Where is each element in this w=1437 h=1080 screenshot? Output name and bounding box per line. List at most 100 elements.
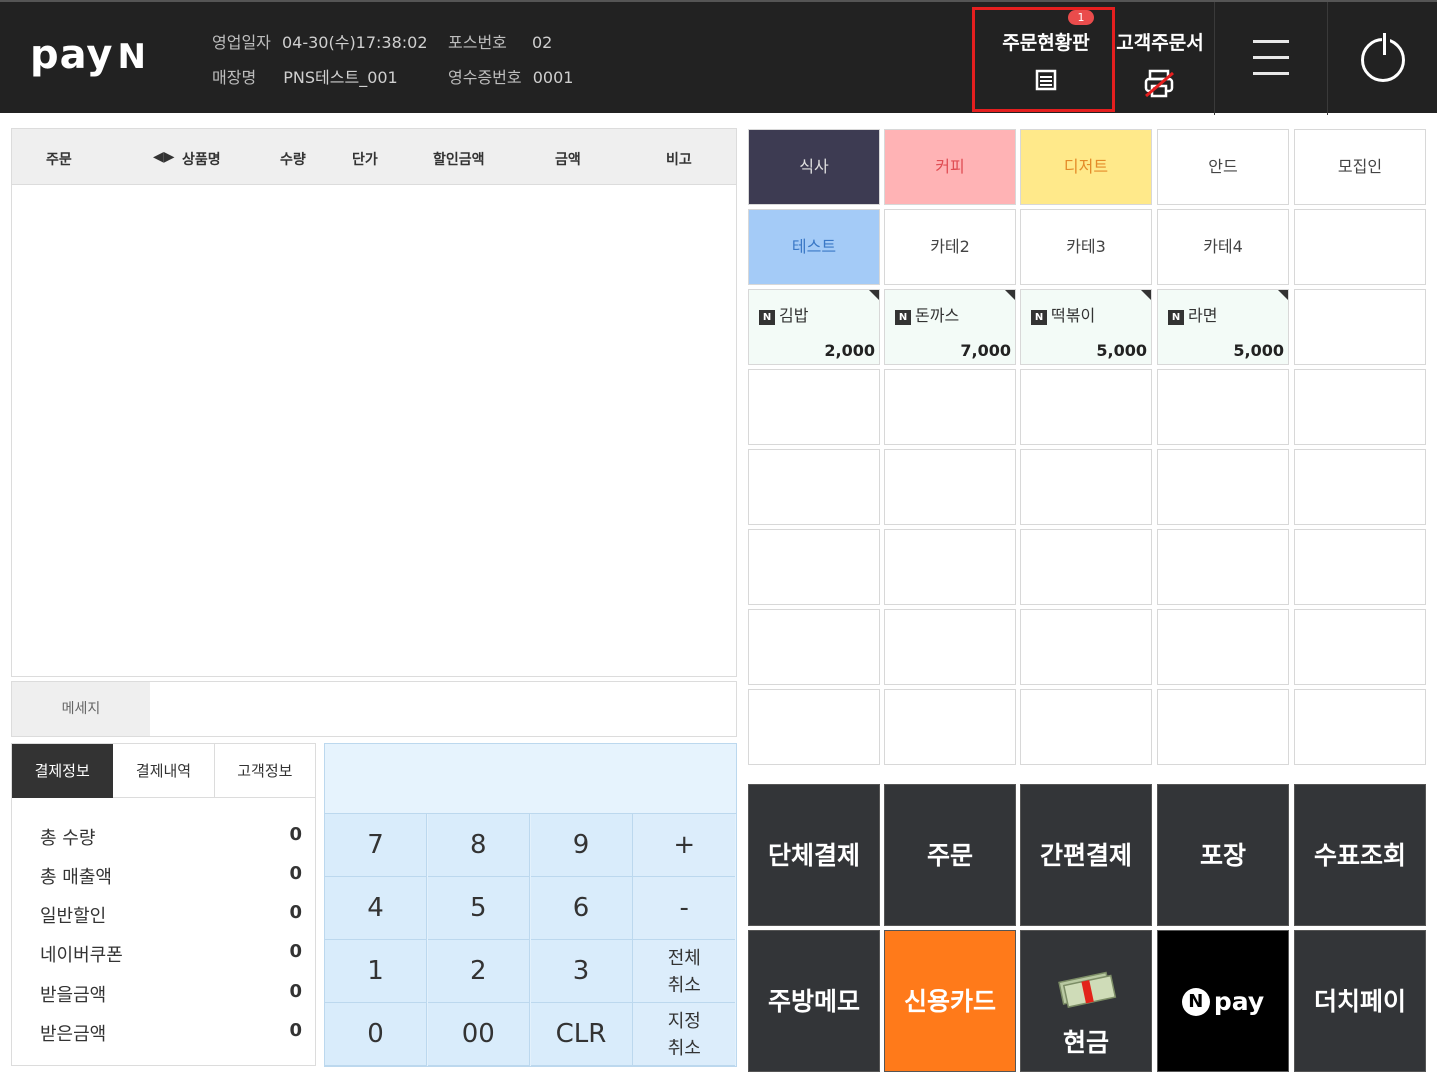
empty-product-slot[interactable] <box>1157 369 1289 445</box>
empty-product-slot[interactable] <box>748 369 880 445</box>
empty-product-slot[interactable] <box>748 529 880 605</box>
action-button[interactable]: 포장 <box>1157 784 1289 926</box>
product-button[interactable]: N 돈까스 7,000 <box>884 289 1016 365</box>
keypad-key[interactable]: 3 <box>530 940 633 1003</box>
tab-payment-info[interactable]: 결제정보 <box>12 744 114 798</box>
store-info: 매장명 PNS테스트_001 <box>212 64 398 88</box>
empty-product-slot[interactable] <box>1294 689 1426 765</box>
receipt-no-label: 영수증번호 <box>448 68 522 87</box>
message-label: 메세지 <box>12 682 150 736</box>
category-button[interactable]: 테스트 <box>748 209 880 285</box>
payment-tabs: 결제정보 결제내역 고객정보 <box>12 744 315 798</box>
empty-product-slot[interactable] <box>748 689 880 765</box>
corner-mark <box>1278 290 1288 300</box>
hamburger-menu-icon[interactable] <box>1253 40 1289 88</box>
customer-order-button[interactable]: 고객주문서 <box>1108 2 1212 115</box>
cash-button[interactable]: 현금 <box>1020 930 1152 1072</box>
keypad-key[interactable]: 00 <box>427 1003 530 1066</box>
keypad-key[interactable]: + <box>633 814 736 877</box>
category-button[interactable]: 카테2 <box>884 209 1016 285</box>
empty-product-slot[interactable] <box>1294 449 1426 525</box>
summary-label: 총 수량 <box>40 828 96 849</box>
empty-product-slot[interactable] <box>884 369 1016 445</box>
empty-product-slot[interactable] <box>1294 289 1426 365</box>
keypad-key[interactable]: 9 <box>530 814 633 877</box>
pos-no-info: 포스번호 02 <box>448 29 552 53</box>
action-button[interactable]: 더치페이 <box>1294 930 1426 1072</box>
product-name: N 라면 <box>1168 302 1217 326</box>
empty-product-slot[interactable] <box>1020 609 1152 685</box>
business-date-label: 영업일자 <box>212 33 271 52</box>
action-button[interactable]: 신용카드 <box>884 930 1016 1072</box>
empty-product-slot[interactable] <box>748 609 880 685</box>
npay-n-icon: N <box>1181 988 1210 1016</box>
empty-product-slot[interactable] <box>884 449 1016 525</box>
category-button[interactable] <box>1294 209 1426 285</box>
summary-value: 0 <box>289 902 302 923</box>
action-button[interactable]: 수표조회 <box>1294 784 1426 926</box>
empty-product-slot[interactable] <box>1294 609 1426 685</box>
empty-product-slot[interactable] <box>1020 689 1152 765</box>
keypad-key[interactable]: 8 <box>427 814 530 877</box>
summary-label: 일반할인 <box>40 906 107 927</box>
category-button[interactable]: 카테3 <box>1020 209 1152 285</box>
empty-product-slot[interactable] <box>884 609 1016 685</box>
column-header: 금액 <box>555 152 581 168</box>
printer-off-icon <box>1108 69 1212 105</box>
keypad-key[interactable]: 지정 취소 <box>633 1003 736 1066</box>
empty-product-slot[interactable] <box>1157 609 1289 685</box>
category-button[interactable]: 모집인 <box>1294 129 1426 205</box>
product-button[interactable]: N 김밥 2,000 <box>748 289 880 365</box>
action-button[interactable]: 단체결제 <box>748 784 880 926</box>
category-button[interactable]: 식사 <box>748 129 880 205</box>
customer-order-label: 고객주문서 <box>1116 32 1204 54</box>
keypad-key[interactable]: 전체 취소 <box>633 940 736 1003</box>
keypad-key[interactable]: CLR <box>530 1003 633 1066</box>
keypad-key[interactable]: 1 <box>325 940 427 1003</box>
keypad-key[interactable]: 7 <box>325 814 427 877</box>
keypad-key[interactable]: 4 <box>325 877 427 940</box>
empty-product-slot[interactable] <box>884 689 1016 765</box>
message-input[interactable] <box>150 682 736 736</box>
column-header: 비고 <box>666 152 692 168</box>
tab-customer-info[interactable]: 고객정보 <box>214 744 315 798</box>
keypad-key[interactable]: - <box>633 877 736 940</box>
product-button[interactable]: N 떡볶이 5,000 <box>1020 289 1152 365</box>
summary-row: 일반할인 0 <box>40 902 302 928</box>
product-button[interactable]: N 라면 5,000 <box>1157 289 1289 365</box>
empty-product-slot[interactable] <box>1157 689 1289 765</box>
empty-product-slot[interactable] <box>1020 369 1152 445</box>
summary-label: 받은금액 <box>40 1024 107 1045</box>
empty-product-slot[interactable] <box>884 529 1016 605</box>
category-button[interactable]: 디저트 <box>1020 129 1152 205</box>
empty-product-slot[interactable] <box>1294 369 1426 445</box>
keypad-display <box>325 744 736 814</box>
category-button[interactable]: 안드 <box>1157 129 1289 205</box>
npay-label: pay <box>1213 987 1265 1016</box>
naver-badge-icon: N <box>1168 310 1184 325</box>
sort-arrows-icon[interactable]: ◀▶ <box>153 149 175 165</box>
empty-product-slot[interactable] <box>1020 529 1152 605</box>
category-button[interactable]: 커피 <box>884 129 1016 205</box>
tab-payment-history[interactable]: 결제내역 <box>113 744 215 798</box>
empty-product-slot[interactable] <box>748 449 880 525</box>
keypad-key[interactable]: 5 <box>427 877 530 940</box>
logo-text: pay <box>30 32 114 78</box>
action-button[interactable]: 주문 <box>884 784 1016 926</box>
empty-product-slot[interactable] <box>1020 449 1152 525</box>
keypad-key[interactable]: 0 <box>325 1003 427 1066</box>
action-button[interactable]: 간편결제 <box>1020 784 1152 926</box>
npay-button[interactable]: Npay <box>1157 930 1289 1072</box>
product-name: N 돈까스 <box>895 302 959 326</box>
keypad-key[interactable]: 6 <box>530 877 633 940</box>
empty-product-slot[interactable] <box>1294 529 1426 605</box>
keypad-key[interactable]: 2 <box>427 940 530 1003</box>
action-button[interactable]: 주방메모 <box>748 930 880 1072</box>
product-name-text: 김밥 <box>779 306 809 325</box>
category-button[interactable]: 카테4 <box>1157 209 1289 285</box>
product-price: 7,000 <box>960 341 1011 360</box>
power-icon[interactable] <box>1361 31 1405 82</box>
column-header: 수량 <box>280 152 306 168</box>
empty-product-slot[interactable] <box>1157 449 1289 525</box>
empty-product-slot[interactable] <box>1157 529 1289 605</box>
